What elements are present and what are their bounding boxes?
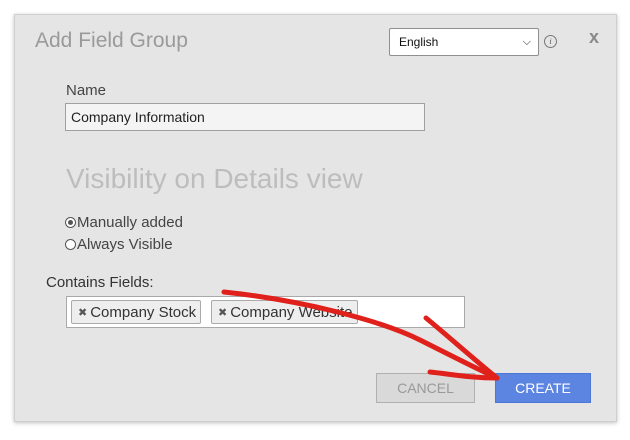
chevron-down-icon: ⌵ — [522, 36, 531, 48]
close-button[interactable]: x — [589, 27, 599, 48]
field-chip: ✖ Company Website — [211, 300, 358, 324]
radio-label: Always Visible — [77, 236, 173, 253]
add-field-group-dialog: Add Field Group English ⌵ i x Name Compa… — [14, 14, 617, 422]
remove-chip-icon[interactable]: ✖ — [78, 306, 87, 319]
contains-fields-label: Contains Fields: — [46, 274, 154, 291]
create-button[interactable]: CREATE — [495, 373, 591, 403]
remove-chip-icon[interactable]: ✖ — [218, 306, 227, 319]
field-chip: ✖ Company Stock — [71, 300, 202, 324]
radio-manually-added[interactable]: Manually added — [65, 214, 183, 231]
visibility-heading: Visibility on Details view — [66, 163, 363, 194]
radio-always-visible[interactable]: Always Visible — [65, 236, 173, 253]
field-chip-label: Company Stock — [90, 303, 197, 321]
radio-button[interactable] — [65, 239, 76, 250]
language-select[interactable]: English ⌵ — [389, 28, 539, 56]
radio-button-checked[interactable] — [65, 217, 76, 228]
name-input[interactable]: Company Information — [65, 103, 425, 131]
cancel-button[interactable]: CANCEL — [376, 373, 475, 403]
field-chip-label: Company Website — [230, 303, 353, 321]
name-label: Name — [66, 82, 107, 99]
fields-tag-input[interactable]: ✖ Company Stock ✖ Company Website — [66, 296, 465, 328]
language-select-value: English — [399, 35, 439, 49]
info-icon[interactable]: i — [544, 35, 557, 48]
dialog-title: Add Field Group — [35, 29, 188, 52]
radio-label: Manually added — [77, 214, 183, 231]
